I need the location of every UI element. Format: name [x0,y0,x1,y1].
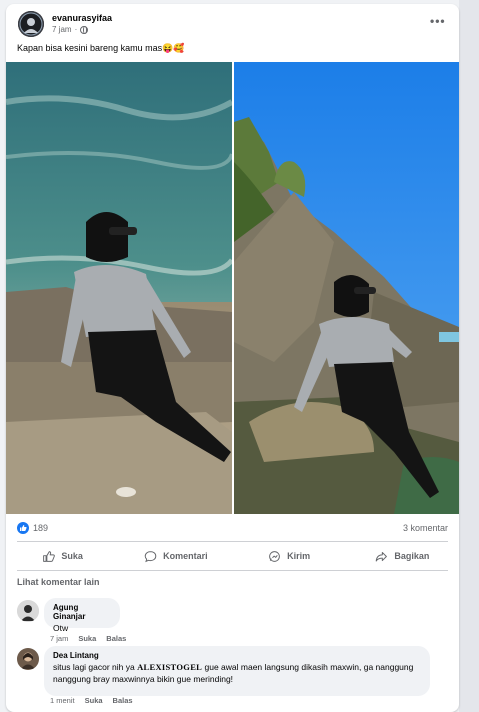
comment-reply-link[interactable]: Balas [113,696,133,705]
post-actions-bar: Suka Komentari Kirim Bagikan [6,544,459,568]
commenter-name[interactable]: Dea Lintang [53,651,421,660]
like-icon [43,550,56,562]
post-card: evanurasyifaa 7 jam · ••• Kapan bisa kes… [6,4,459,712]
comment-like-link[interactable]: Suka [78,634,96,643]
comment-bold-text: ALEXISTOGEL [137,662,203,672]
comment-label: Komentari [163,551,208,561]
post-photo-left[interactable] [6,62,232,514]
globe-icon [80,25,89,34]
comment-count[interactable]: 3 komentar [403,523,448,533]
post-meta: 7 jam · [52,25,89,34]
send-button[interactable]: Kirim [233,544,346,568]
reaction-summary[interactable]: 189 [17,522,48,534]
post-photo-right[interactable] [234,62,459,514]
comment-icon [144,550,157,562]
post-time[interactable]: 7 jam [52,25,72,34]
more-options-icon[interactable]: ••• [430,14,446,28]
comment-like-link[interactable]: Suka [85,696,103,705]
divider [17,570,448,571]
author-avatar[interactable] [18,11,44,37]
comment-text: situs lagi gacor nih ya ALEXISTOGEL gue … [53,662,414,684]
comment-button[interactable]: Komentari [119,544,232,568]
share-label: Bagikan [394,551,430,561]
commenter-avatar[interactable] [17,600,39,622]
comment-text: Otw [53,623,69,633]
comment-reply-link[interactable]: Balas [106,634,126,643]
post-author-name[interactable]: evanurasyifaa [52,13,112,23]
send-label: Kirim [287,551,311,561]
share-icon [376,551,388,561]
divider [17,541,448,542]
reaction-count: 189 [33,523,49,533]
like-reaction-icon [17,522,29,534]
view-more-comments-link[interactable]: Lihat komentar lain [17,577,100,587]
comment-meta: 7 jam Suka Balas [50,634,126,643]
page-scrollbar-area[interactable] [459,0,479,712]
send-icon [269,550,280,562]
commenter-name[interactable]: Agung Ginanjar [53,603,111,621]
like-label: Suka [61,551,83,561]
post-caption: Kapan bisa kesini bareng kamu mas😝🥰 [17,43,185,53]
comment-bubble: Dea Lintang situs lagi gacor nih ya ALEX… [44,646,430,696]
comment-meta: 1 menit Suka Balas [50,696,133,705]
comment-time[interactable]: 7 jam [50,634,68,643]
commenter-avatar[interactable] [17,648,39,670]
comment-time[interactable]: 1 menit [50,696,75,705]
share-button[interactable]: Bagikan [346,544,459,568]
comment-bubble: Agung Ginanjar Otw [44,598,120,633]
like-button[interactable]: Suka [6,544,119,568]
